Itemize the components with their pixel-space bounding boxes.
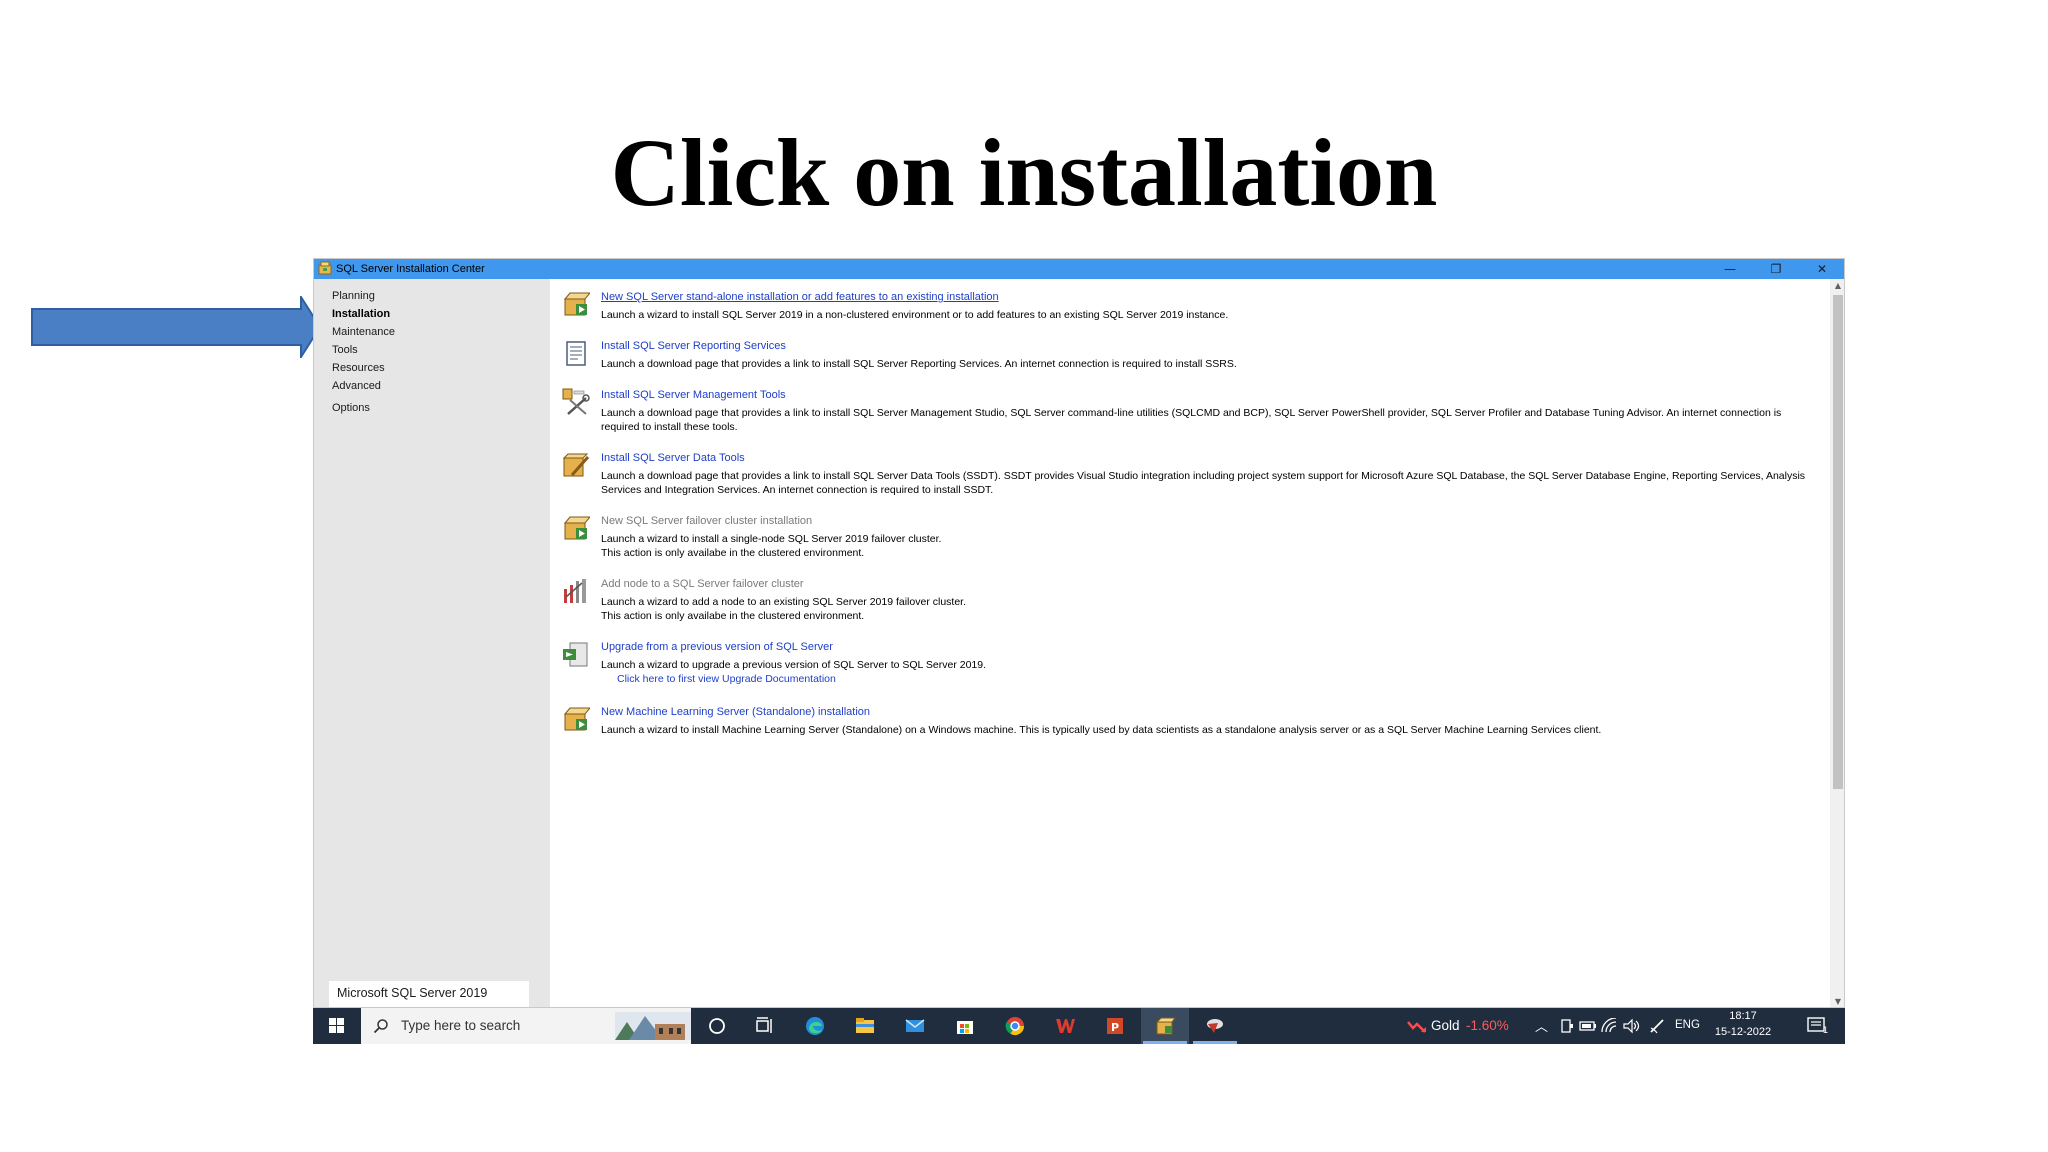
edge-browser-icon[interactable]	[804, 1015, 826, 1037]
window-title: SQL Server Installation Center	[336, 263, 485, 275]
scroll-up-icon[interactable]: ▲	[1830, 279, 1844, 293]
sidebar-item-advanced[interactable]: Advanced	[332, 379, 381, 393]
sidebar: Planning Installation Maintenance Tools …	[314, 279, 550, 1007]
add-node-icon	[564, 579, 586, 603]
device-icon[interactable]	[1559, 1018, 1575, 1034]
stock-chart-icon	[1407, 1021, 1426, 1033]
clock-time[interactable]: 18:17	[1718, 1010, 1768, 1022]
sidebar-item-options[interactable]: Options	[332, 401, 370, 415]
search-icon	[373, 1019, 388, 1034]
failover-cluster-desc-line1: Launch a wizard to install a single-node…	[601, 533, 942, 545]
sidebar-item-planning[interactable]: Planning	[332, 289, 375, 303]
upgrade-desc: Launch a wizard to upgrade a previous ve…	[601, 659, 987, 671]
search-placeholder: Type here to search	[401, 1018, 521, 1033]
title-bar[interactable]: SQL Server Installation Center — ❐ ✕	[314, 259, 1844, 279]
standalone-install-link[interactable]: New SQL Server stand-alone installation …	[601, 290, 999, 304]
file-explorer-icon[interactable]	[854, 1015, 876, 1037]
add-node-desc: Launch a wizard to add a node to an exis…	[601, 596, 1811, 623]
tools-icon	[562, 388, 590, 415]
scroll-thumb[interactable]	[1833, 295, 1843, 789]
sidebar-item-resources[interactable]: Resources	[332, 361, 385, 375]
chrome-icon[interactable]	[1004, 1015, 1026, 1037]
sql-setup-icon	[318, 261, 332, 275]
volume-icon[interactable]	[1623, 1018, 1641, 1034]
stock-change[interactable]: -1.60%	[1466, 1018, 1509, 1033]
task-view-icon[interactable]	[754, 1015, 776, 1037]
sql-management-studio-icon[interactable]	[1204, 1015, 1226, 1037]
pointer-arrow-icon	[31, 296, 321, 358]
scroll-down-icon[interactable]: ▼	[1830, 995, 1844, 1007]
management-tools-link[interactable]: Install SQL Server Management Tools	[601, 388, 786, 402]
close-button[interactable]: ✕	[1799, 259, 1844, 279]
installation-center-window: SQL Server Installation Center — ❐ ✕ Pla…	[313, 258, 1845, 1008]
reporting-services-desc: Launch a download page that provides a l…	[601, 358, 1237, 370]
data-tools-desc: Launch a download page that provides a l…	[601, 470, 1806, 496]
standalone-install-desc: Launch a wizard to install SQL Server 20…	[601, 309, 1229, 321]
svg-text:P: P	[1111, 1021, 1119, 1034]
sidebar-item-installation[interactable]: Installation	[332, 307, 390, 321]
data-tools-icon	[562, 453, 590, 477]
language-indicator[interactable]: ENG	[1675, 1019, 1700, 1031]
add-node-desc-line1: Launch a wizard to add a node to an exis…	[601, 596, 966, 608]
slide-title: Click on installation	[610, 119, 1438, 226]
sidebar-item-tools[interactable]: Tools	[332, 343, 358, 357]
store-icon[interactable]	[954, 1015, 976, 1037]
installation-content: New SQL Server stand-alone installation …	[550, 279, 1830, 1007]
windows-start-icon[interactable]	[313, 1008, 361, 1044]
active-indicator	[1143, 1041, 1187, 1044]
wifi-icon[interactable]	[1601, 1018, 1619, 1034]
taskbar: Type here to search P Gold -1.60% ︿ ENG …	[313, 1008, 1845, 1044]
restore-button[interactable]: ❐	[1753, 259, 1799, 279]
upgrade-link[interactable]: Upgrade from a previous version of SQL S…	[601, 640, 833, 654]
notification-count: 1	[1823, 1025, 1829, 1035]
vertical-scrollbar[interactable]: ▲ ▼	[1830, 279, 1844, 1007]
mail-icon[interactable]	[904, 1015, 926, 1037]
upgrade-documentation-link[interactable]: Click here to first view Upgrade Documen…	[617, 673, 836, 687]
upgrade-icon	[563, 642, 588, 667]
failover-cluster-desc-line2: This action is only availabe in the clus…	[601, 546, 865, 559]
battery-icon[interactable]	[1579, 1018, 1597, 1034]
chevron-up-icon[interactable]: ︿	[1535, 1016, 1548, 1035]
ml-install-icon	[563, 707, 590, 731]
cortana-icon[interactable]	[706, 1015, 728, 1037]
powerpoint-icon[interactable]: P	[1104, 1015, 1126, 1037]
reporting-services-link[interactable]: Install SQL Server Reporting Services	[601, 339, 786, 353]
stock-name[interactable]: Gold	[1431, 1018, 1460, 1033]
failover-cluster-desc: Launch a wizard to install a single-node…	[601, 533, 1811, 560]
add-node-desc-line2: This action is only availabe in the clus…	[601, 609, 865, 622]
sidebar-item-maintenance[interactable]: Maintenance	[332, 325, 395, 339]
running-indicator	[1193, 1041, 1237, 1044]
taskbar-search[interactable]: Type here to search	[361, 1008, 691, 1044]
install-box-icon	[563, 292, 590, 316]
data-tools-link[interactable]: Install SQL Server Data Tools	[601, 451, 745, 465]
wps-office-icon[interactable]	[1054, 1015, 1076, 1037]
pen-icon[interactable]	[1649, 1018, 1667, 1034]
add-node-link[interactable]: Add node to a SQL Server failover cluste…	[601, 577, 804, 591]
machine-learning-link[interactable]: New Machine Learning Server (Standalone)…	[601, 705, 870, 719]
report-icon	[566, 341, 586, 366]
product-label: Microsoft SQL Server 2019	[329, 981, 529, 1007]
clock-date[interactable]: 15-12-2022	[1709, 1026, 1777, 1038]
failover-cluster-link[interactable]: New SQL Server failover cluster installa…	[601, 514, 812, 528]
machine-learning-desc: Launch a wizard to install Machine Learn…	[601, 724, 1602, 736]
search-highlight-icon	[615, 1012, 691, 1040]
management-tools-desc: Launch a download page that provides a l…	[601, 407, 1782, 433]
sql-setup-taskbar-icon[interactable]	[1154, 1015, 1176, 1037]
minimize-button[interactable]: —	[1707, 259, 1753, 279]
cluster-install-icon	[563, 516, 590, 540]
